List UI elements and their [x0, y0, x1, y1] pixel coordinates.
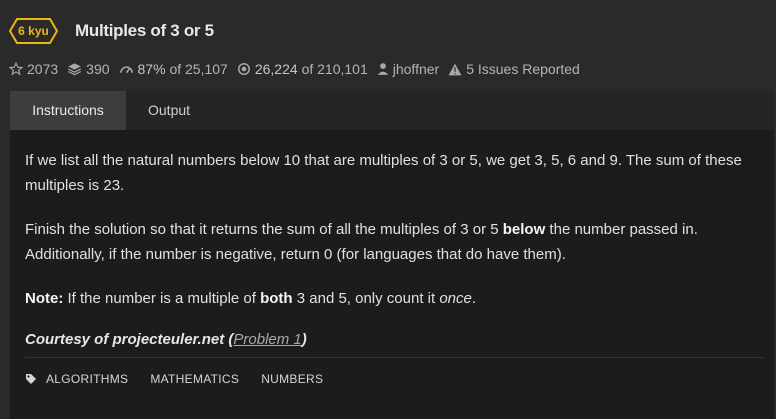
kata-header: 6 kyu Multiples of 3 or 5 — [9, 17, 214, 45]
description-p2-bold: below — [502, 221, 546, 238]
author-stat[interactable]: jhoffner — [377, 61, 439, 77]
problem-link[interactable]: Problem 1 — [233, 331, 301, 348]
tag-icon — [25, 373, 37, 385]
divider — [25, 357, 764, 358]
author-name[interactable]: jhoffner — [393, 61, 439, 77]
collections-count: 390 — [86, 61, 110, 77]
satisfaction-of: of — [169, 61, 182, 77]
tag-numbers[interactable]: NUMBERS — [261, 372, 323, 386]
satisfaction-stat: 87% of 25,107 — [119, 61, 228, 77]
completed-total: 210,101 — [317, 61, 368, 77]
issues-label[interactable]: 5 Issues Reported — [466, 61, 580, 77]
note-end: . — [471, 290, 477, 307]
rank-label: 6 kyu — [18, 24, 49, 38]
gauge-icon — [119, 63, 134, 75]
kata-panel: Instructions Output If we list all the n… — [10, 91, 774, 419]
satisfaction-total: 25,107 — [185, 61, 228, 77]
kata-title: Multiples of 3 or 5 — [75, 21, 214, 40]
stars-count: 2073 — [27, 61, 59, 77]
kata-stats: 2073 390 87% of 25,107 26,224 of 210,101… — [9, 60, 589, 78]
completed-of: of — [301, 61, 314, 77]
star-icon — [9, 62, 23, 76]
description-p2-text-a: Finish the solution so that it returns t… — [25, 221, 503, 238]
description-paragraph-2: Finish the solution so that it returns t… — [25, 217, 758, 267]
courtesy-text: Courtesy of projecteuler.net — [25, 331, 225, 348]
tag-mathematics[interactable]: MATHEMATICS — [150, 372, 239, 386]
courtesy-paren-close: ) — [301, 331, 307, 348]
tab-instructions[interactable]: Instructions — [10, 91, 126, 130]
satisfaction-rate: 87% — [137, 61, 166, 77]
description-paragraph-1: If we list all the natural numbers below… — [25, 152, 742, 194]
note-text-b: 3 and 5, only count it — [292, 290, 440, 307]
courtesy-line: Courtesy of projecteuler.net (Problem 1) — [25, 327, 758, 352]
tag-list: ALGORITHMS MATHEMATICS NUMBERS — [25, 372, 345, 386]
tag-algorithms[interactable]: ALGORITHMS — [46, 372, 128, 386]
note-emphasis: once — [439, 290, 472, 307]
stack-icon — [67, 62, 82, 76]
stars-stat[interactable]: 2073 — [9, 61, 58, 77]
description-note: Note: If the number is a multiple of bot… — [25, 286, 758, 311]
kata-description: If we list all the natural numbers below… — [10, 130, 774, 352]
issues-stat[interactable]: 5 Issues Reported — [448, 61, 580, 77]
note-text-a: If the number is a multiple of — [63, 290, 261, 307]
rank-badge: 6 kyu — [9, 18, 58, 44]
completed-stat: 26,224 of 210,101 — [237, 61, 368, 77]
target-icon — [237, 62, 251, 76]
note-label: Note: — [25, 290, 64, 307]
completed-count: 26,224 — [254, 61, 298, 77]
user-icon — [377, 62, 389, 76]
collections-stat[interactable]: 390 — [67, 61, 110, 77]
tab-output[interactable]: Output — [126, 91, 212, 130]
warning-icon — [448, 63, 462, 76]
note-bold: both — [260, 290, 293, 307]
courtesy-paren-open: ( — [224, 331, 234, 348]
tab-bar: Instructions Output — [10, 91, 774, 130]
